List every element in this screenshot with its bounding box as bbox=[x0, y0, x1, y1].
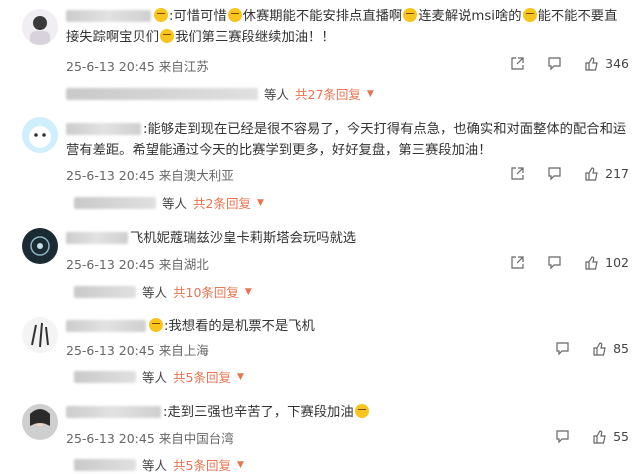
thumbs-up-icon bbox=[585, 256, 598, 270]
emoji-icon bbox=[154, 8, 168, 22]
emoji-icon bbox=[149, 318, 163, 332]
comment-text: :能够走到现在已经是很不容易了，今天打得有点急，也确实和对面整体的配合和运营有差… bbox=[66, 119, 627, 161]
share-button[interactable] bbox=[510, 56, 525, 71]
comment-text-part: 飞机妮蔻瑞兹沙皇卡莉斯塔会玩吗就选 bbox=[130, 231, 357, 246]
comment-meta: 25-6-13 20:45 来自江苏 bbox=[66, 59, 209, 74]
comment-meta: 25-6-13 20:45 来自中国台湾 bbox=[66, 431, 234, 446]
avatar[interactable] bbox=[22, 404, 58, 440]
reply-count-link[interactable]: 共2条回复 bbox=[193, 193, 251, 212]
avatar-image bbox=[30, 236, 50, 256]
username[interactable] bbox=[66, 320, 146, 332]
share-icon bbox=[511, 57, 524, 70]
share-button[interactable] bbox=[510, 166, 525, 181]
comment-text-part: 休赛期能不能安排点直播啊 bbox=[242, 9, 403, 24]
like-count: 55 bbox=[613, 429, 629, 444]
reply-prefix: 等人 bbox=[162, 196, 188, 211]
comment-icon bbox=[556, 342, 569, 356]
reply-user[interactable] bbox=[74, 458, 136, 471]
reply-prefix: 等人 bbox=[264, 87, 290, 102]
reply-user[interactable] bbox=[74, 196, 156, 209]
chevron-down-icon[interactable]: ▼ bbox=[237, 460, 244, 470]
reply-count-link[interactable]: 共5条回复 bbox=[173, 367, 231, 386]
emoji-icon bbox=[227, 8, 242, 22]
reply-user[interactable] bbox=[66, 87, 258, 100]
emoji-icon bbox=[522, 8, 537, 22]
share-icon bbox=[511, 167, 524, 180]
comment-icon bbox=[548, 256, 561, 270]
avatar[interactable] bbox=[22, 117, 58, 153]
chevron-down-icon[interactable]: ▼ bbox=[257, 198, 264, 208]
thumbs-up-icon bbox=[585, 167, 598, 181]
comment-text-part: 连麦解说msi啥的 bbox=[418, 9, 522, 24]
comment-button[interactable] bbox=[547, 255, 562, 270]
reply-prefix: 等人 bbox=[142, 370, 168, 385]
username[interactable] bbox=[66, 232, 128, 244]
like-button[interactable]: 85 bbox=[592, 341, 629, 356]
reply-prefix: 等人 bbox=[142, 458, 168, 473]
username[interactable] bbox=[66, 406, 161, 418]
username[interactable] bbox=[66, 123, 141, 135]
thumbs-up-icon bbox=[593, 430, 606, 444]
reply-user[interactable] bbox=[74, 285, 136, 298]
avatar-image bbox=[30, 16, 50, 45]
comment-text-part: :走到三强也辛苦了，下赛段加油 bbox=[163, 405, 354, 420]
like-count: 217 bbox=[605, 166, 629, 181]
thumbs-up-icon bbox=[593, 342, 606, 356]
comment-meta: 25-6-13 20:45 来自澳大利亚 bbox=[66, 168, 234, 183]
share-icon bbox=[511, 256, 524, 269]
chevron-down-icon[interactable]: ▼ bbox=[367, 89, 374, 99]
comment-text: 飞机妮蔻瑞兹沙皇卡莉斯塔会玩吗就选 bbox=[66, 228, 627, 249]
comment-text: :可惜可惜 休赛期能不能安排点直播啊 连麦解说msi啥的 能不能不要直接失踪啊宝贝们我… bbox=[66, 6, 627, 48]
reply-user[interactable] bbox=[74, 370, 136, 383]
comment-button[interactable] bbox=[547, 56, 562, 71]
avatar-image bbox=[29, 126, 51, 148]
comment-text-part: 我们第三赛段继续加油！！ bbox=[175, 30, 335, 45]
avatar[interactable] bbox=[22, 228, 58, 264]
username[interactable] bbox=[66, 10, 151, 22]
thumbs-up-icon bbox=[585, 57, 598, 71]
reply-prefix: 等人 bbox=[142, 285, 168, 300]
like-button[interactable]: 346 bbox=[584, 56, 629, 71]
chevron-down-icon[interactable]: ▼ bbox=[237, 372, 244, 382]
comment-button[interactable] bbox=[555, 429, 570, 444]
avatar[interactable] bbox=[22, 9, 58, 45]
comment-meta: 25-6-13 20:45 来自上海 bbox=[66, 343, 209, 358]
chevron-down-icon[interactable]: ▼ bbox=[245, 287, 252, 297]
avatar-image bbox=[31, 322, 49, 348]
comment-text-part: :可惜可惜 bbox=[169, 9, 227, 24]
comment-text: :走到三强也辛苦了，下赛段加油 bbox=[66, 402, 627, 423]
comment-icon bbox=[556, 430, 569, 444]
like-count: 346 bbox=[605, 56, 629, 71]
emoji-icon bbox=[403, 8, 418, 22]
comment-text-part: :能够走到现在已经是很不容易了，今天打得有点急，也确实和对面整体的配合和运营有差… bbox=[66, 122, 627, 158]
like-button[interactable]: 102 bbox=[584, 255, 629, 270]
avatar-image bbox=[30, 409, 50, 426]
emoji-icon bbox=[160, 29, 175, 43]
reply-count-link[interactable]: 共5条回复 bbox=[173, 455, 231, 474]
comment-meta: 25-6-13 20:45 来自湖北 bbox=[66, 257, 209, 272]
comment-text-part: :我想看的是机票不是飞机 bbox=[164, 319, 315, 334]
comment-text: :我想看的是机票不是飞机 bbox=[66, 316, 627, 337]
reply-count-link[interactable]: 共27条回复 bbox=[295, 84, 361, 103]
share-button[interactable] bbox=[510, 255, 525, 270]
comment-icon bbox=[548, 57, 561, 71]
like-button[interactable]: 55 bbox=[592, 429, 629, 444]
comment-button[interactable] bbox=[547, 166, 562, 181]
like-count: 85 bbox=[613, 341, 629, 356]
comment-icon bbox=[548, 167, 561, 181]
like-count: 102 bbox=[605, 255, 629, 270]
emoji-icon bbox=[354, 404, 369, 418]
avatar[interactable] bbox=[22, 317, 58, 353]
comment-button[interactable] bbox=[555, 341, 570, 356]
reply-count-link[interactable]: 共10条回复 bbox=[173, 282, 239, 301]
like-button[interactable]: 217 bbox=[584, 166, 629, 181]
